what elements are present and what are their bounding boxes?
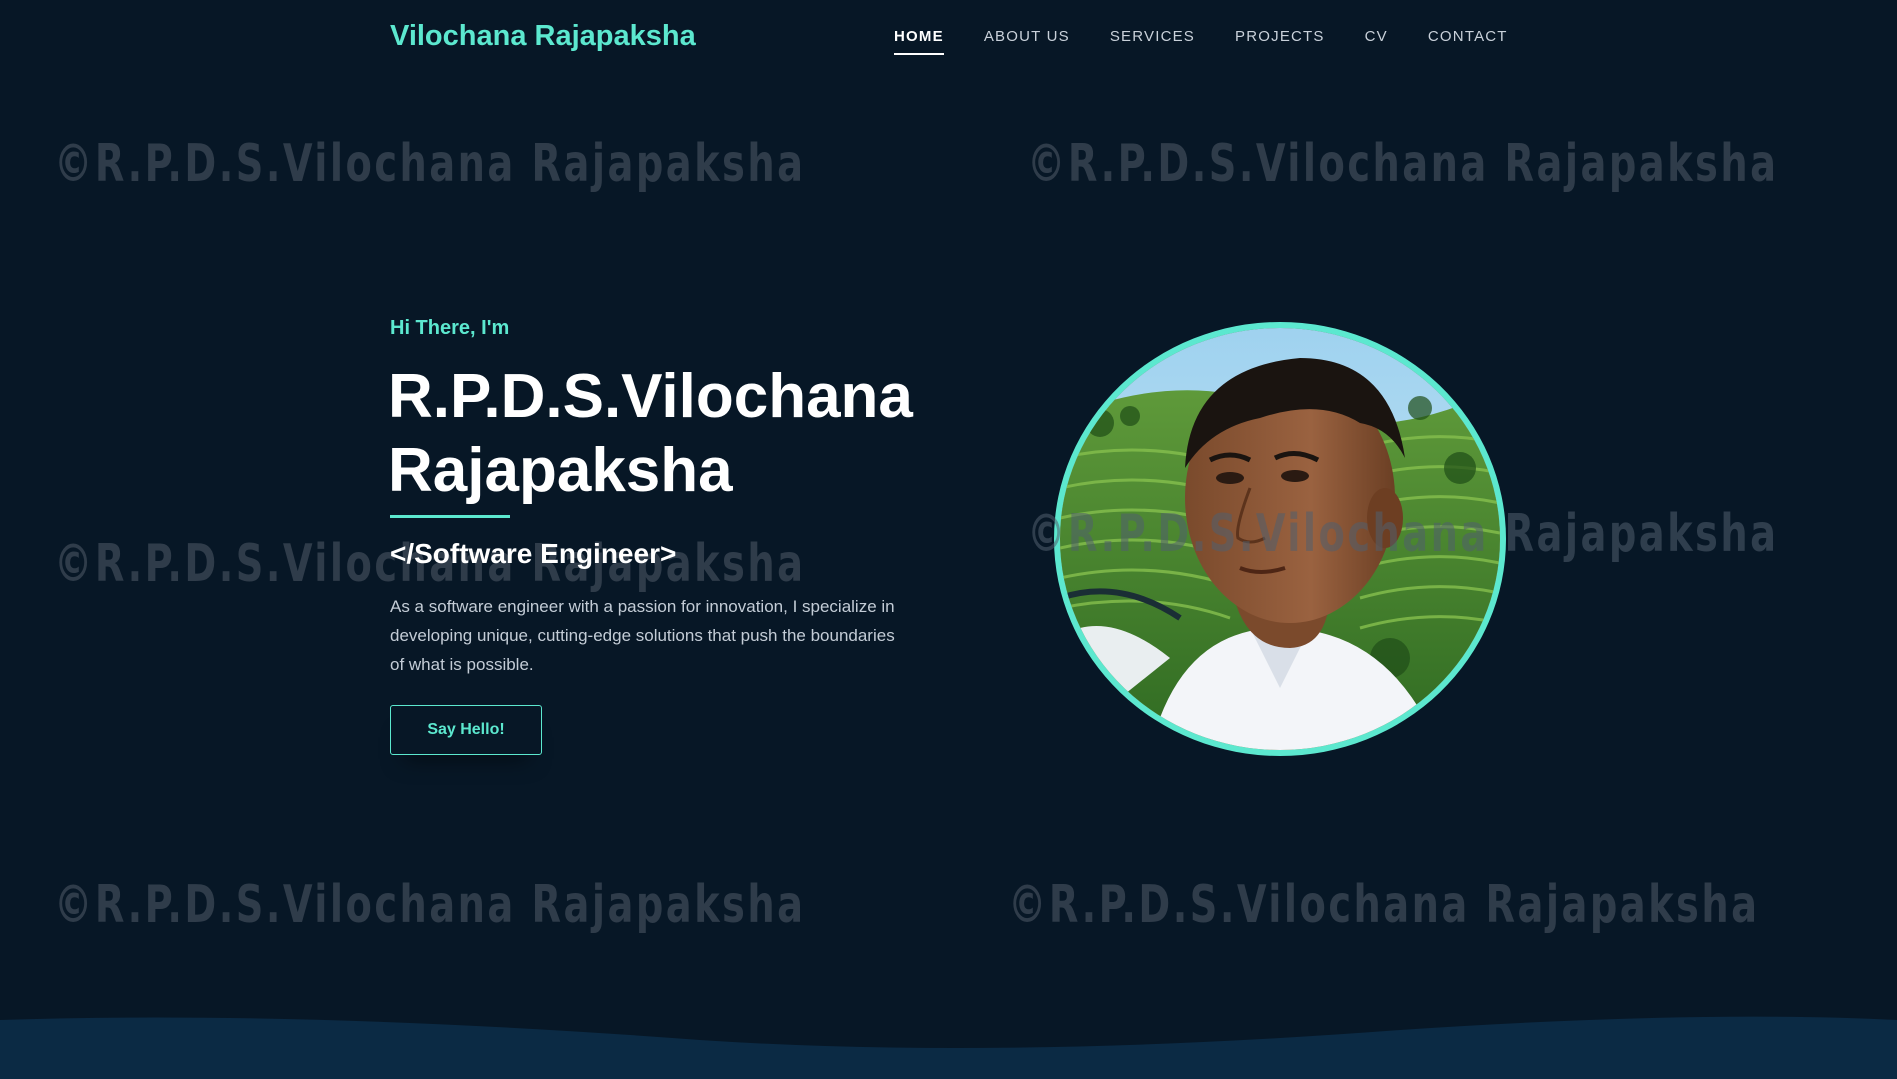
watermark: ©R.P.D.S.Vilochana Rajapaksha (54, 875, 806, 935)
main-nav: HOME ABOUT US SERVICES PROJECTS CV CONTA… (894, 28, 1548, 55)
hero-name: R.P.D.S.Vilochana Rajapaksha (388, 360, 988, 508)
brand-logo[interactable]: Vilochana Rajapaksha (390, 20, 696, 53)
hero-role: </Software Engineer> (390, 538, 677, 569)
hero-description: As a software engineer with a passion fo… (390, 597, 895, 674)
site-header: Vilochana Rajapaksha HOME ABOUT US SERVI… (0, 0, 1897, 80)
watermark: ©R.P.D.S.Vilochana Rajapaksha (54, 134, 806, 194)
page: ©R.P.D.S.Vilochana Rajapaksha ©R.P.D.S.V… (0, 0, 1897, 1079)
hero-greeting: Hi There, I'm (390, 317, 510, 339)
nav-item-projects[interactable]: PROJECTS (1235, 28, 1325, 55)
nav-item-home[interactable]: HOME (894, 28, 944, 55)
title-underline (390, 515, 510, 518)
say-hello-button[interactable]: Say Hello! (390, 705, 542, 755)
hero-name-line2: Rajapaksha (388, 436, 733, 505)
hero-name-line1: R.P.D.S.Vilochana (388, 362, 913, 431)
nav-item-services[interactable]: SERVICES (1110, 28, 1195, 55)
watermark: ©R.P.D.S.Vilochana Rajapaksha (1027, 504, 1779, 564)
nav-item-contact[interactable]: CONTACT (1428, 28, 1508, 55)
watermark: ©R.P.D.S.Vilochana Rajapaksha (1008, 875, 1760, 935)
nav-item-cv[interactable]: CV (1365, 28, 1388, 55)
nav-item-about-us[interactable]: ABOUT US (984, 28, 1070, 55)
bottom-wave (0, 1016, 1897, 1079)
watermark: ©R.P.D.S.Vilochana Rajapaksha (1027, 134, 1779, 194)
